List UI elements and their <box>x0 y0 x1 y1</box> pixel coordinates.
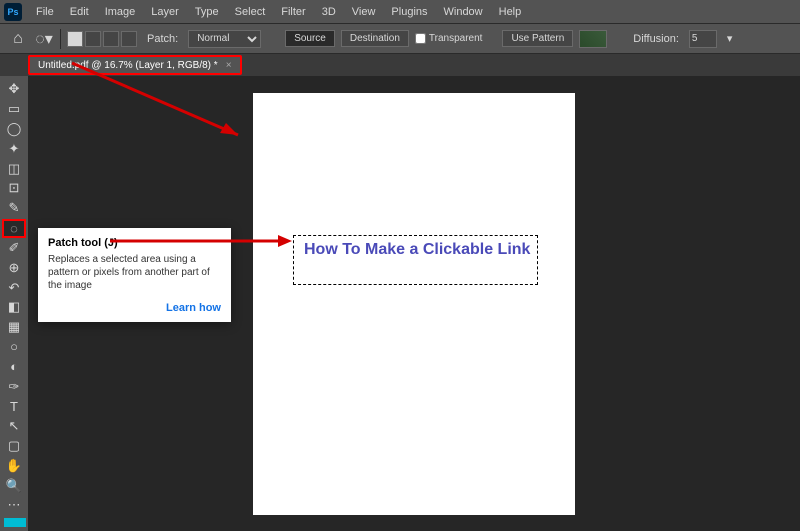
tool-path[interactable]: ↖ <box>2 417 26 436</box>
home-icon[interactable]: ⌂ <box>8 29 28 49</box>
pattern-swatch[interactable] <box>579 30 607 48</box>
foreground-color-swatch[interactable] <box>4 518 26 527</box>
destination-button[interactable]: Destination <box>341 30 409 47</box>
tool-brush[interactable]: ✐ <box>2 239 26 258</box>
tool-marquee[interactable]: ▭ <box>2 100 26 119</box>
tool-more[interactable]: ⋯ <box>2 496 26 515</box>
menu-edit[interactable]: Edit <box>62 6 97 18</box>
tool-eraser[interactable]: ◧ <box>2 298 26 317</box>
diffusion-input[interactable] <box>689 30 717 48</box>
tool-eyedropper[interactable]: ✎ <box>2 199 26 218</box>
canvas-text: How To Make a Clickable Link <box>304 240 531 261</box>
diffusion-label: Diffusion: <box>633 33 679 45</box>
menu-3d[interactable]: 3D <box>314 6 344 18</box>
options-bar: ⌂ ◌▾ Patch: Normal Source Destination Tr… <box>0 24 800 54</box>
diffusion-dropdown-icon[interactable]: ▾ <box>727 32 733 45</box>
source-button[interactable]: Source <box>285 30 335 47</box>
menu-window[interactable]: Window <box>436 6 491 18</box>
toolbox: ✥▭◯✦◫⊡✎◌✐⊕↶◧▦○◐✑T↖▢✋🔍⋯ <box>0 76 28 531</box>
patch-label: Patch: <box>147 33 178 45</box>
tool-blur[interactable]: ○ <box>2 338 26 357</box>
tooltip-title: Patch tool (J) <box>48 237 221 249</box>
document-tab[interactable]: Untitled.pdf @ 16.7% (Layer 1, RGB/8) * … <box>28 55 242 75</box>
menu-type[interactable]: Type <box>187 6 227 18</box>
tool-pen[interactable]: ✑ <box>2 377 26 396</box>
selection-mode-group <box>67 31 137 47</box>
tool-history[interactable]: ↶ <box>2 278 26 297</box>
add-selection-icon[interactable] <box>85 31 101 47</box>
tool-patch[interactable]: ◌ <box>2 219 26 238</box>
new-selection-icon[interactable] <box>67 31 83 47</box>
menu-help[interactable]: Help <box>491 6 530 18</box>
tool-clone[interactable]: ⊕ <box>2 258 26 277</box>
tooltip-description: Replaces a selected area using a pattern… <box>48 253 221 292</box>
menu-bar: Ps File Edit Image Layer Type Select Fil… <box>0 0 800 24</box>
transparent-checkbox[interactable]: Transparent <box>415 33 483 44</box>
intersect-selection-icon[interactable] <box>121 31 137 47</box>
tool-preset-icon[interactable]: ◌▾ <box>34 29 54 49</box>
tool-hand[interactable]: ✋ <box>2 456 26 475</box>
tool-gradient[interactable]: ▦ <box>2 318 26 337</box>
tool-move[interactable]: ✥ <box>2 80 26 99</box>
menu-image[interactable]: Image <box>97 6 144 18</box>
tool-dodge[interactable]: ◐ <box>2 357 26 376</box>
marquee-selection[interactable]: How To Make a Clickable Link <box>293 235 538 285</box>
close-icon[interactable]: × <box>226 60 232 71</box>
tool-wand[interactable]: ✦ <box>2 139 26 158</box>
patch-mode-select[interactable]: Normal <box>188 30 261 48</box>
tool-crop[interactable]: ◫ <box>2 159 26 178</box>
learn-how-link[interactable]: Learn how <box>48 302 221 314</box>
document-tab-bar: Untitled.pdf @ 16.7% (Layer 1, RGB/8) * … <box>0 54 800 76</box>
tool-type[interactable]: T <box>2 397 26 416</box>
menu-file[interactable]: File <box>28 6 62 18</box>
menu-filter[interactable]: Filter <box>273 6 313 18</box>
tool-lasso[interactable]: ◯ <box>2 120 26 139</box>
tool-zoom[interactable]: 🔍 <box>2 476 26 495</box>
document-tab-title: Untitled.pdf @ 16.7% (Layer 1, RGB/8) * <box>38 60 218 71</box>
menu-view[interactable]: View <box>344 6 384 18</box>
use-pattern-button[interactable]: Use Pattern <box>502 30 573 47</box>
menu-plugins[interactable]: Plugins <box>383 6 435 18</box>
tool-shape[interactable]: ▢ <box>2 437 26 456</box>
tool-frame[interactable]: ⊡ <box>2 179 26 198</box>
menu-select[interactable]: Select <box>227 6 274 18</box>
transparent-input[interactable] <box>415 33 426 44</box>
menu-layer[interactable]: Layer <box>143 6 187 18</box>
app-logo: Ps <box>4 3 22 21</box>
tool-tooltip: Patch tool (J) Replaces a selected area … <box>38 228 231 322</box>
subtract-selection-icon[interactable] <box>103 31 119 47</box>
canvas-page[interactable]: How To Make a Clickable Link <box>253 93 575 515</box>
